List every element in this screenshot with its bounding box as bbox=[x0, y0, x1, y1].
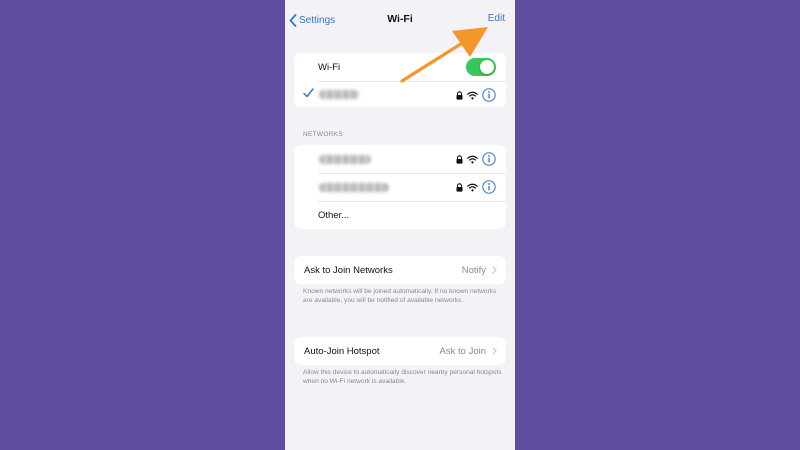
wifi-group: Wi-Fi bbox=[294, 53, 506, 107]
lock-icon bbox=[456, 90, 463, 100]
wifi-icon bbox=[467, 155, 478, 163]
auto-join-row[interactable]: Auto-Join Hotspot Ask to Join bbox=[294, 337, 506, 365]
network-name-blurred bbox=[319, 183, 389, 192]
network-status-icons bbox=[456, 180, 496, 194]
auto-join-footnote: Allow this device to automatically disco… bbox=[303, 369, 502, 386]
network-name-blurred bbox=[319, 90, 359, 99]
wifi-label: Wi-Fi bbox=[318, 61, 341, 73]
network-name-blurred bbox=[319, 155, 371, 164]
chevron-right-icon bbox=[492, 266, 497, 274]
ask-to-join-footnote: Known networks will be joined automatica… bbox=[303, 288, 497, 305]
network-row[interactable] bbox=[294, 145, 506, 173]
wifi-toggle-row: Wi-Fi bbox=[294, 53, 506, 81]
network-status-icons bbox=[456, 152, 496, 166]
wifi-toggle[interactable] bbox=[466, 58, 496, 76]
settings-screen: Settings Wi-Fi Edit Wi-Fi NETWORKS Other… bbox=[285, 0, 515, 450]
wifi-icon bbox=[467, 183, 478, 191]
lock-icon bbox=[456, 154, 463, 164]
auto-join-group: Auto-Join Hotspot Ask to Join bbox=[294, 337, 506, 365]
auto-join-value: Ask to Join bbox=[439, 346, 486, 357]
checkmark-icon bbox=[303, 88, 314, 98]
ask-to-join-value: Notify bbox=[461, 265, 486, 276]
other-network-label: Other... bbox=[318, 209, 350, 221]
network-row[interactable] bbox=[294, 173, 506, 201]
other-network-row[interactable]: Other... bbox=[294, 201, 506, 229]
navigation-bar: Settings Wi-Fi Edit bbox=[285, 0, 515, 40]
lock-icon bbox=[456, 182, 463, 192]
network-status-icons bbox=[456, 88, 496, 102]
edit-button[interactable]: Edit bbox=[488, 13, 505, 24]
toggle-knob bbox=[480, 60, 494, 74]
chevron-right-icon bbox=[492, 347, 497, 355]
connected-network-row[interactable] bbox=[294, 81, 506, 107]
ask-to-join-label: Ask to Join Networks bbox=[304, 264, 393, 276]
ask-to-join-row[interactable]: Ask to Join Networks Notify bbox=[294, 256, 506, 284]
ask-to-join-group: Ask to Join Networks Notify bbox=[294, 256, 506, 284]
wifi-icon bbox=[467, 91, 478, 99]
info-icon[interactable] bbox=[482, 152, 496, 166]
networks-group: Other... bbox=[294, 145, 506, 229]
page-title: Wi-Fi bbox=[387, 13, 413, 25]
auto-join-label: Auto-Join Hotspot bbox=[304, 345, 380, 357]
info-icon[interactable] bbox=[482, 180, 496, 194]
networks-section-header: NETWORKS bbox=[303, 131, 343, 138]
info-icon[interactable] bbox=[482, 88, 496, 102]
